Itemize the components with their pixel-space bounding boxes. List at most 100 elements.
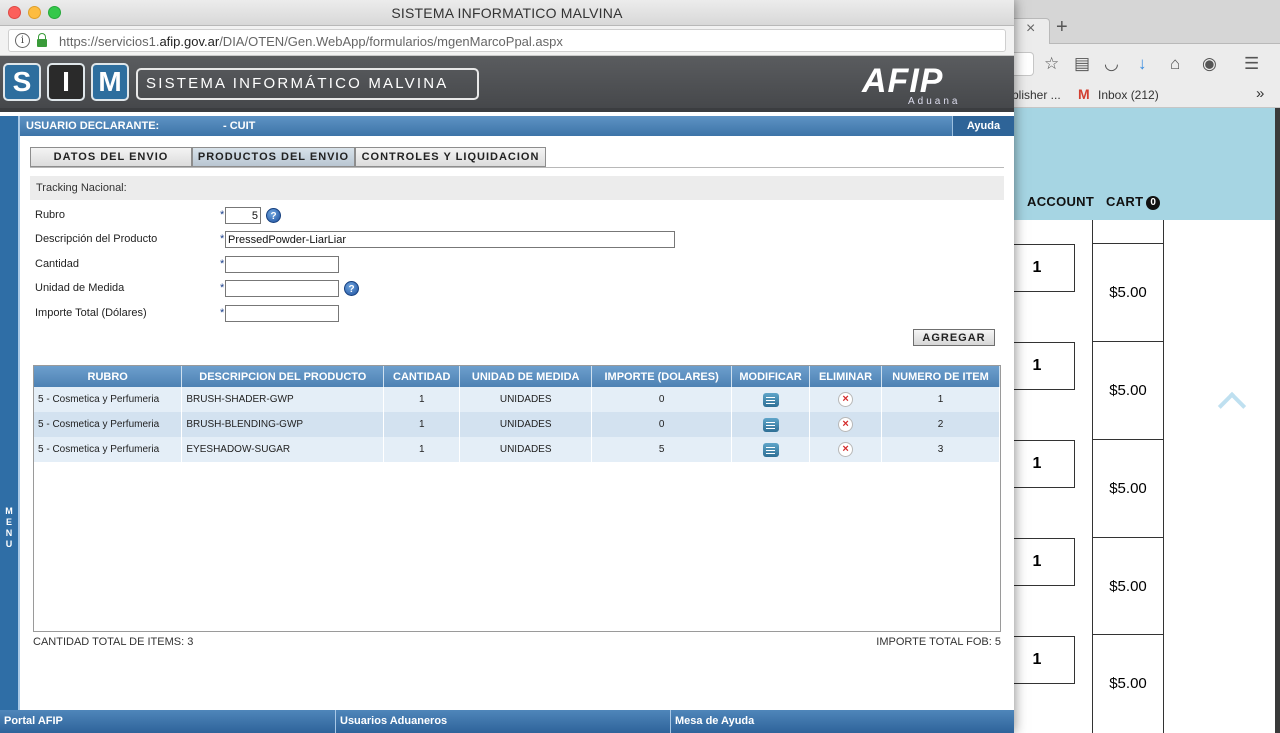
edit-icon[interactable]	[762, 392, 779, 407]
pocket-icon[interactable]: ◡	[1104, 54, 1119, 74]
footer-link-portal-afip[interactable]: Portal AFIP	[0, 710, 336, 733]
background-edge	[1275, 108, 1280, 733]
cell-importe: 5	[591, 437, 733, 462]
tracking-nacional-label: Tracking Nacional:	[30, 176, 1004, 200]
importe-total-label: Importe Total (Dólares)	[35, 307, 147, 319]
tab-controles-y-liquidacion[interactable]: CONTROLES Y LIQUIDACION	[355, 147, 546, 167]
window-titlebar: SISTEMA INFORMATICO MALVINA	[0, 0, 1014, 26]
rubro-input[interactable]	[225, 207, 261, 224]
background-browser-window: ☆ ▤ ◡ ↓ ⌂ ◉ ☰ blisher ... M Inbox (212) …	[1000, 0, 1280, 733]
footer-bar: Portal AFIP Usuarios Aduaneros Mesa de A…	[0, 710, 1014, 733]
sim-logo-i: I	[47, 63, 85, 101]
delete-icon[interactable]: ×	[838, 417, 854, 432]
tab-productos-del-envio[interactable]: PRODUCTOS DEL ENVIO	[192, 147, 355, 167]
column-header-modificar: MODIFICAR	[731, 366, 811, 387]
sim-header: S I M SISTEMA INFORMÁTICO MALVINA AFIP A…	[0, 56, 1014, 112]
scroll-to-top-icon[interactable]	[1217, 391, 1247, 421]
afip-window: SISTEMA INFORMATICO MALVINA i https://se…	[0, 0, 1014, 733]
descripcion-label: Descripción del Producto	[35, 233, 158, 245]
edit-icon[interactable]	[762, 417, 779, 432]
cell-descripcion: EYESHADOW-SUGAR	[181, 437, 385, 462]
unidad-de-medida-input[interactable]	[225, 280, 339, 297]
tab-divider	[30, 167, 1004, 168]
rubro-help-icon[interactable]: ?	[266, 208, 281, 223]
site-info-icon[interactable]: i	[15, 33, 30, 48]
rubro-label: Rubro	[35, 209, 65, 221]
price-cell: $5.00	[1092, 440, 1164, 538]
cell-cantidad: 1	[383, 437, 461, 462]
price-cell: $5.00	[1092, 538, 1164, 635]
cell-numero-item: 2	[881, 412, 1000, 437]
sim-logo-s: S	[3, 63, 41, 101]
required-mark: *	[220, 307, 225, 319]
cell-rubro: 5 - Cosmetica y Perfumeria	[34, 387, 183, 412]
table-row: 5 - Cosmetica y Perfumeria EYESHADOW-SUG…	[34, 437, 1000, 462]
cart-count-badge: 0	[1146, 196, 1161, 210]
edit-icon[interactable]	[762, 442, 779, 457]
side-menu-toggle[interactable]: MENU	[0, 116, 20, 710]
help-link[interactable]: Ayuda	[952, 116, 1014, 136]
cell-eliminar: ×	[809, 387, 883, 412]
menu-label: MENU	[5, 506, 13, 549]
cell-unidad: UNIDADES	[459, 437, 593, 462]
column-header-numero-item[interactable]: NUMERO DE ITEM	[881, 366, 1000, 387]
background-new-tab-icon[interactable]: +	[1056, 16, 1068, 39]
descripcion-input[interactable]	[225, 231, 675, 248]
home-icon[interactable]: ⌂	[1170, 54, 1180, 74]
hamburger-menu-icon[interactable]: ☰	[1244, 54, 1259, 74]
delete-icon[interactable]: ×	[838, 442, 854, 457]
account-icon[interactable]: ◉	[1202, 54, 1217, 74]
column-header-importe[interactable]: IMPORTE (DOLARES)	[591, 366, 733, 387]
column-header-rubro[interactable]: RUBRO	[34, 366, 183, 387]
column-header-descripcion[interactable]: DESCRIPCION DEL PRODUCTO	[181, 366, 385, 387]
cantidad-input[interactable]	[225, 256, 339, 273]
cell-rubro: 5 - Cosmetica y Perfumeria	[34, 412, 183, 437]
unidad-de-medida-label: Unidad de Medida	[35, 282, 125, 294]
nav-account-link[interactable]: ACCOUNT	[1027, 194, 1094, 209]
reader-list-icon[interactable]: ▤	[1074, 54, 1090, 74]
background-tab-strip	[1000, 0, 1280, 44]
bookmark-publisher[interactable]: blisher ...	[1012, 88, 1061, 102]
footer-link-mesa-de-ayuda[interactable]: Mesa de Ayuda	[671, 710, 1014, 733]
bookmark-inbox[interactable]: Inbox (212)	[1098, 88, 1159, 102]
star-icon[interactable]: ☆	[1044, 54, 1059, 74]
cell-modificar	[731, 387, 811, 412]
tab-datos-del-envio[interactable]: DATOS DEL ENVIO	[30, 147, 192, 167]
user-cuit-label: - CUIT	[223, 120, 256, 132]
url-prefix: https://servicios1.	[59, 34, 160, 49]
cell-numero-item: 1	[881, 387, 1000, 412]
cell-numero-item: 3	[881, 437, 1000, 462]
nav-cart-link[interactable]: CART 0	[1106, 194, 1161, 210]
column-header-cantidad[interactable]: CANTIDAD	[383, 366, 461, 387]
url-field[interactable]: i https://servicios1.afip.gov.ar/DIA/OTE…	[8, 29, 1006, 52]
delete-icon[interactable]: ×	[838, 392, 854, 407]
footer-link-usuarios-aduaneros[interactable]: Usuarios Aduaneros	[336, 710, 671, 733]
unidad-help-icon[interactable]: ?	[344, 281, 359, 296]
required-mark: *	[220, 209, 225, 221]
column-header-unidad[interactable]: UNIDAD DE MEDIDA	[459, 366, 593, 387]
agregar-button[interactable]: AGREGAR	[913, 329, 995, 346]
column-header-eliminar: ELIMINAR	[809, 366, 883, 387]
cell-rubro: 5 - Cosmetica y Perfumeria	[34, 437, 183, 462]
address-bar: i https://servicios1.afip.gov.ar/DIA/OTE…	[0, 26, 1014, 56]
cell-cantidad: 1	[383, 387, 461, 412]
cell-eliminar: ×	[809, 412, 883, 437]
window-title: SISTEMA INFORMATICO MALVINA	[391, 5, 623, 21]
importe-total-input[interactable]	[225, 305, 339, 322]
url-domain: afip.gov.ar	[159, 34, 220, 49]
cantidad-label: Cantidad	[35, 258, 80, 270]
cell-modificar	[731, 437, 811, 462]
table-row: 5 - Cosmetica y Perfumeria BRUSH-SHADER-…	[34, 387, 1000, 412]
cell-unidad: UNIDADES	[459, 387, 593, 412]
sim-title: SISTEMA INFORMÁTICO MALVINA	[136, 68, 479, 100]
price-cell: $5.00	[1109, 675, 1147, 692]
background-tab-close-icon[interactable]: ×	[1026, 20, 1035, 38]
cell-importe: 0	[591, 387, 733, 412]
download-icon[interactable]: ↓	[1138, 54, 1147, 74]
url-path: /DIA/OTEN/Gen.WebApp/formularios/mgenMar…	[219, 34, 563, 49]
cell-cantidad: 1	[383, 412, 461, 437]
lock-icon	[37, 33, 47, 47]
bookmarks-overflow-icon[interactable]: »	[1256, 85, 1264, 102]
url-text: https://servicios1.afip.gov.ar/DIA/OTEN/…	[59, 34, 563, 49]
products-grid: RUBRO DESCRIPCION DEL PRODUCTO CANTIDAD …	[33, 365, 1001, 632]
